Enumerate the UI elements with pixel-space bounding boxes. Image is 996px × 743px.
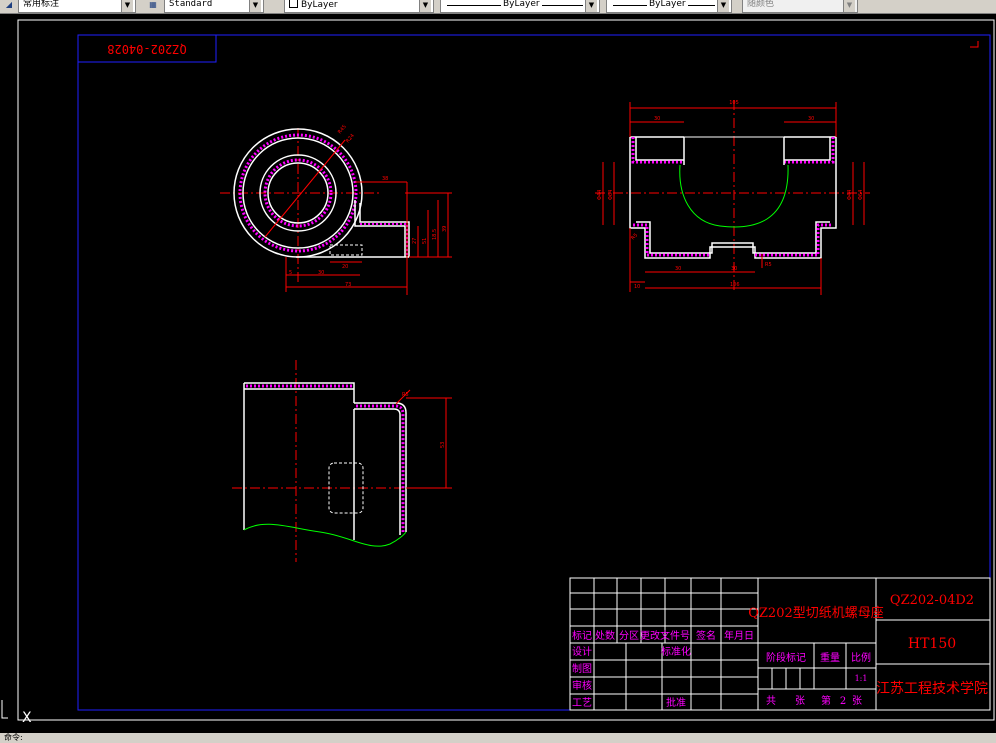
rev-header: 更改文件号 [640, 629, 690, 642]
mirrored-drawing-code: QZ202-04028 [107, 42, 186, 56]
rev-header: 分区 [619, 630, 639, 642]
dim-text: 73 [345, 282, 351, 288]
hatch-left-flange [631, 137, 684, 164]
dim-text: Φ44 [847, 190, 853, 200]
rev-header: 签名 [696, 629, 716, 642]
front-view: 105 30 30 Φ44 Φ64 Φ44 Φ64 R5 30 30 10 10… [595, 100, 870, 295]
dimstyle-icon[interactable]: ◢ [2, 0, 16, 12]
dimstyle-value: 常用标注 [23, 0, 60, 9]
dim-text: R5 [630, 232, 639, 241]
dim-text: R24 [345, 133, 356, 144]
linetype-dropdown[interactable]: ByLayer ▼ [440, 0, 600, 13]
title-block-text: QZ202型切纸机螺母座 QZ202-04D2 HT150 江苏工程技术学院 标… [572, 593, 988, 709]
rev-header: 年月日 [724, 629, 754, 642]
dim-text: 51 [422, 238, 428, 244]
tab-inner [359, 203, 410, 257]
hatch-right-flange [784, 137, 835, 164]
rev-header: 标记 [572, 630, 592, 642]
layer-color-label: ByLayer [301, 0, 338, 10]
dim-text: R5 [402, 392, 409, 398]
right-flange [784, 137, 831, 161]
layer-color-value: ByLayer [289, 0, 338, 10]
left-flange [635, 137, 684, 161]
part-name: QZ202型切纸机螺母座 [748, 606, 884, 621]
dim-text: 105 [729, 100, 739, 106]
dim-text: 27 [412, 238, 418, 244]
dim-text: 53 [440, 442, 446, 448]
lineweight-value: ByLayer [647, 0, 688, 9]
color-swatch [289, 0, 298, 8]
dim-text: 30 [654, 116, 660, 122]
ucs-axis-label: X [22, 710, 32, 726]
layer-color-dropdown[interactable]: ByLayer ▼ [284, 0, 434, 13]
sheet-no-suffix: 张 [852, 695, 862, 707]
drawing-canvas[interactable]: QZ202-04028 X R45 R24 38 5 30 20 73 27 5… [0, 14, 996, 743]
dim-text: Φ64 [608, 190, 614, 200]
dimstyle-dropdown[interactable]: 常用标注 ▼ [18, 0, 136, 13]
dim-text: R5 [765, 262, 772, 268]
sheet-no-prefix: 第 [821, 694, 831, 707]
lineweight-dropdown[interactable]: ByLayer ▼ [606, 0, 732, 13]
scale-label: 比例 [851, 651, 871, 664]
sheet-total-prefix: 共 [766, 695, 776, 707]
break-line [243, 523, 407, 547]
dim-text: 30 [808, 116, 814, 122]
sheet-total-suffix: 张 [795, 695, 805, 707]
row-label-draw: 制图 [572, 662, 592, 675]
dim-text: R45 [337, 124, 348, 135]
chevron-down-icon[interactable]: ▼ [121, 0, 133, 12]
dim-text: 30 [731, 266, 737, 272]
textstyle-icon[interactable]: ▦ [146, 0, 160, 12]
linetype-value: ByLayer [501, 0, 542, 9]
dim-text: 38 [382, 176, 388, 182]
tab-outer [354, 402, 407, 532]
body-outline [243, 382, 355, 530]
dim-text: 18.5 [432, 229, 438, 240]
chevron-down-icon[interactable]: ▼ [249, 0, 261, 12]
rev-header: 处数 [595, 629, 615, 642]
row-label-review: 审核 [572, 679, 592, 692]
weight-label: 重量 [820, 651, 840, 664]
top-view: R45 R24 38 5 30 20 73 27 51 18.5 39 [220, 124, 452, 295]
corner-mark [970, 41, 979, 48]
dim-text: 30 [675, 266, 681, 272]
company-name: 江苏工程技术学院 [876, 681, 988, 697]
ucs-icon: X [1, 700, 32, 726]
stage-mark-label: 阶段标记 [766, 651, 806, 664]
dim-text: Φ64 [858, 190, 864, 200]
textstyle-value: Standard [169, 0, 213, 9]
row-label-standardize: 标准化 [661, 645, 691, 658]
row-label-design: 设计 [572, 645, 592, 658]
dim-text: 20 [342, 264, 348, 270]
dim-text: Φ44 [597, 190, 603, 200]
dim-text: 10 [634, 284, 640, 290]
material: HT150 [908, 636, 956, 652]
command-line[interactable]: 命令: [0, 733, 996, 743]
sheet-no: 2 [840, 696, 846, 707]
chevron-down-icon[interactable]: ▼ [585, 0, 597, 12]
plotstyle-dropdown[interactable]: 随颜色 ▼ [742, 0, 858, 13]
chevron-down-icon[interactable]: ▼ [717, 0, 729, 12]
row-label-approve: 批准 [666, 696, 686, 709]
chevron-down-icon[interactable]: ▼ [419, 0, 431, 12]
hidden-slot [329, 244, 363, 256]
plotstyle-value: 随颜色 [747, 0, 775, 9]
drawing-number: QZ202-04D2 [890, 593, 974, 608]
tab-inner [354, 408, 401, 535]
textstyle-dropdown[interactable]: Standard ▼ [164, 0, 264, 13]
side-view: R5 53 [232, 360, 452, 562]
dim-text: 30 [318, 270, 324, 276]
dim-text: 39 [442, 226, 448, 232]
row-label-process: 工艺 [572, 697, 592, 709]
hatch-base [633, 223, 833, 257]
tab-hatch [360, 223, 408, 257]
properties-toolbar: ◢ 常用标注 ▼ ▦ Standard ▼ ByLayer ▼ ByLayer … [0, 0, 996, 14]
dim-text: 5 [289, 270, 292, 276]
dim-text: 106 [730, 282, 740, 288]
section-outline [629, 137, 837, 259]
chevron-down-icon[interactable]: ▼ [843, 0, 855, 12]
scale-value: 1:1 [855, 674, 868, 683]
